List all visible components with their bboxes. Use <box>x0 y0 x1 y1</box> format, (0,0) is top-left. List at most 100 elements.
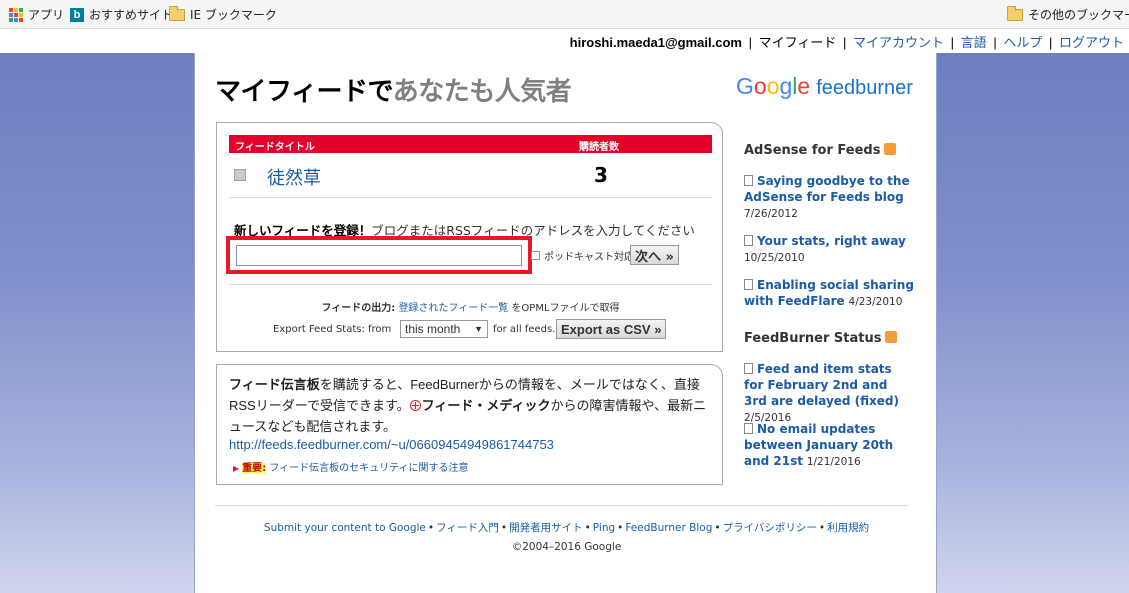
adsense-heading-text: AdSense for Feeds <box>744 143 881 158</box>
logo-feedburner: feedburner <box>816 77 913 99</box>
security-notice-link[interactable]: フィード伝言板のセキュリティに関する注意 <box>269 463 468 474</box>
bookmark-recommended-label: おすすめサイト <box>89 8 174 22</box>
footer-dot: • <box>584 522 591 534</box>
footer-divider <box>215 505 908 506</box>
separator: | <box>843 35 847 50</box>
export-period-select[interactable]: this month ▼ <box>400 320 488 338</box>
podcast-label: ポッドキャスト対応 <box>544 252 634 263</box>
logo-letter: e <box>797 73 811 99</box>
divider <box>229 197 712 198</box>
page-headline: マイフィードであなたも人気者 <box>215 71 572 108</box>
help-link[interactable]: ヘルプ <box>1003 35 1042 50</box>
document-icon <box>744 279 753 290</box>
footer-link-developers[interactable]: 開発者用サイト <box>509 522 583 534</box>
sidebar-post[interactable]: No email updates between January 20th an… <box>744 421 914 470</box>
divider <box>229 284 712 285</box>
copyright: ©2004–2016 Google <box>511 541 622 553</box>
separator: | <box>1048 35 1053 50</box>
output-suffix: をOPMLファイルで取得 <box>511 303 620 314</box>
footer-dot: • <box>714 522 721 534</box>
background-left <box>0 53 194 593</box>
post-date: 7/26/2012 <box>744 208 798 220</box>
background-right <box>937 53 1129 593</box>
headline-part1: マイフィードで <box>215 77 393 107</box>
export-suffix: for all feeds. <box>493 324 556 335</box>
post-title[interactable]: Feed and item stats for February 2nd and… <box>744 362 899 408</box>
rss-icon[interactable] <box>884 143 897 155</box>
feed-table-header: フィードタイトル 購読者数 <box>229 135 712 153</box>
footer-link-terms[interactable]: 利用規約 <box>827 522 869 534</box>
user-email: hiroshi.maeda1@gmail.com <box>569 35 742 50</box>
my-account-link[interactable]: マイアカウント <box>853 35 944 50</box>
feed-relay-panel: フィード伝言板を購読すると、FeedBurnerからの情報を、メールではなく、直… <box>216 364 723 485</box>
document-icon <box>744 235 753 246</box>
bookmark-other-folder[interactable]: その他のブックマーク <box>1007 5 1129 23</box>
bookmark-recommended[interactable]: b おすすめサイト <box>70 6 173 23</box>
output-label: フィードの出力: <box>321 303 396 314</box>
header-feed-title: フィードタイトル <box>235 142 315 153</box>
bookmarks-bar: アプリ b おすすめサイト IE ブックマーク その他のブックマーク <box>0 0 1129 29</box>
export-period-value: this month <box>405 322 461 336</box>
footer-link-submit[interactable]: Submit your content to Google <box>264 522 426 534</box>
export-csv-button[interactable]: Export as CSV » <box>556 319 667 339</box>
podcast-option[interactable]: ポッドキャスト対応 <box>531 248 634 263</box>
document-icon <box>744 363 753 374</box>
footer-link-privacy[interactable]: プライバシポリシー <box>723 522 817 534</box>
sidebar-post[interactable]: Feed and item stats for February 2nd and… <box>744 361 914 426</box>
header-subscribers: 購読者数 <box>579 142 619 153</box>
sidebar-post[interactable]: Your stats, right away 10/25/2010 <box>744 233 914 266</box>
sidebar-post[interactable]: Enabling social sharing with FeedFlare 4… <box>744 277 914 310</box>
logout-link[interactable]: ログアウト <box>1059 35 1124 50</box>
document-icon <box>744 175 753 186</box>
footer-link-ping[interactable]: Ping <box>593 522 615 534</box>
bookmark-apps[interactable]: アプリ <box>9 6 64 23</box>
post-title[interactable]: Your stats, right away <box>757 234 906 248</box>
footer-link-blog[interactable]: FeedBurner Blog <box>625 522 712 534</box>
rss-icon[interactable] <box>885 331 898 343</box>
footer-dot: • <box>427 522 435 534</box>
podcast-checkbox[interactable] <box>531 251 540 260</box>
footer-links: Submit your content to Google • フィード入門 • 開発者… <box>195 520 938 535</box>
feed-title-link[interactable]: 徒然草 <box>267 164 321 190</box>
rss-feed-icon <box>234 169 246 181</box>
separator: | <box>993 35 997 50</box>
relay-bold-2: フィード・メディック <box>421 399 551 414</box>
feed-row: 徒然草 3 <box>229 163 712 190</box>
medic-cross-icon <box>409 400 421 411</box>
bookmark-apps-label: アプリ <box>28 8 65 22</box>
headline-part2: あなたも人気者 <box>392 77 572 107</box>
next-button[interactable]: 次へ » <box>630 245 679 265</box>
bookmark-ie-folder[interactable]: IE ブックマーク <box>169 5 277 23</box>
relay-feed-url[interactable]: http://feeds.feedburner.com/~u/066094549… <box>229 437 554 452</box>
folder-icon <box>1007 5 1023 21</box>
user-bar: hiroshi.maeda1@gmail.com | マイフィード | マイアカ… <box>0 29 1129 53</box>
adsense-heading: AdSense for Feeds <box>744 143 897 158</box>
post-date: 4/23/2010 <box>848 296 903 308</box>
logo-letter: o <box>766 73 780 99</box>
apps-grid-icon <box>9 7 23 22</box>
my-feeds-current: マイフィード <box>758 35 837 50</box>
logo-letter: o <box>753 73 767 99</box>
opml-output-line: フィードの出力: 登録されたフィード一覧 をOPMLファイルで取得 <box>217 299 724 314</box>
feed-url-input[interactable] <box>236 245 522 266</box>
post-title[interactable]: Saying goodbye to the AdSense for Feeds … <box>744 174 910 204</box>
logo-letter: g <box>779 73 793 99</box>
important-badge: 重要: <box>242 463 267 474</box>
main-content: マイフィードであなたも人気者 Google feedburner フィードタイトル… <box>194 53 937 593</box>
logo-letter: G <box>736 73 754 99</box>
export-label: Export Feed Stats: from <box>273 324 392 335</box>
bookmark-ie-label: IE ブックマーク <box>190 8 277 22</box>
security-notice: ▶ 重要: フィード伝言板のセキュリティに関する注意 <box>233 459 469 474</box>
triangle-right-icon: ▶ <box>233 464 240 473</box>
status-heading: FeedBurner Status <box>744 331 898 346</box>
separator: | <box>950 35 955 50</box>
sidebar-post[interactable]: Saying goodbye to the AdSense for Feeds … <box>744 173 914 222</box>
footer-dot: • <box>500 522 508 534</box>
folder-icon <box>169 5 185 21</box>
language-link[interactable]: 言語 <box>961 35 987 50</box>
relay-bold-1: フィード伝言板 <box>229 378 320 393</box>
google-feedburner-logo[interactable]: Google feedburner <box>736 73 913 100</box>
footer-link-intro[interactable]: フィード入門 <box>436 522 499 534</box>
opml-export-link[interactable]: 登録されたフィード一覧 <box>398 303 508 314</box>
footer-dot: • <box>617 522 624 534</box>
